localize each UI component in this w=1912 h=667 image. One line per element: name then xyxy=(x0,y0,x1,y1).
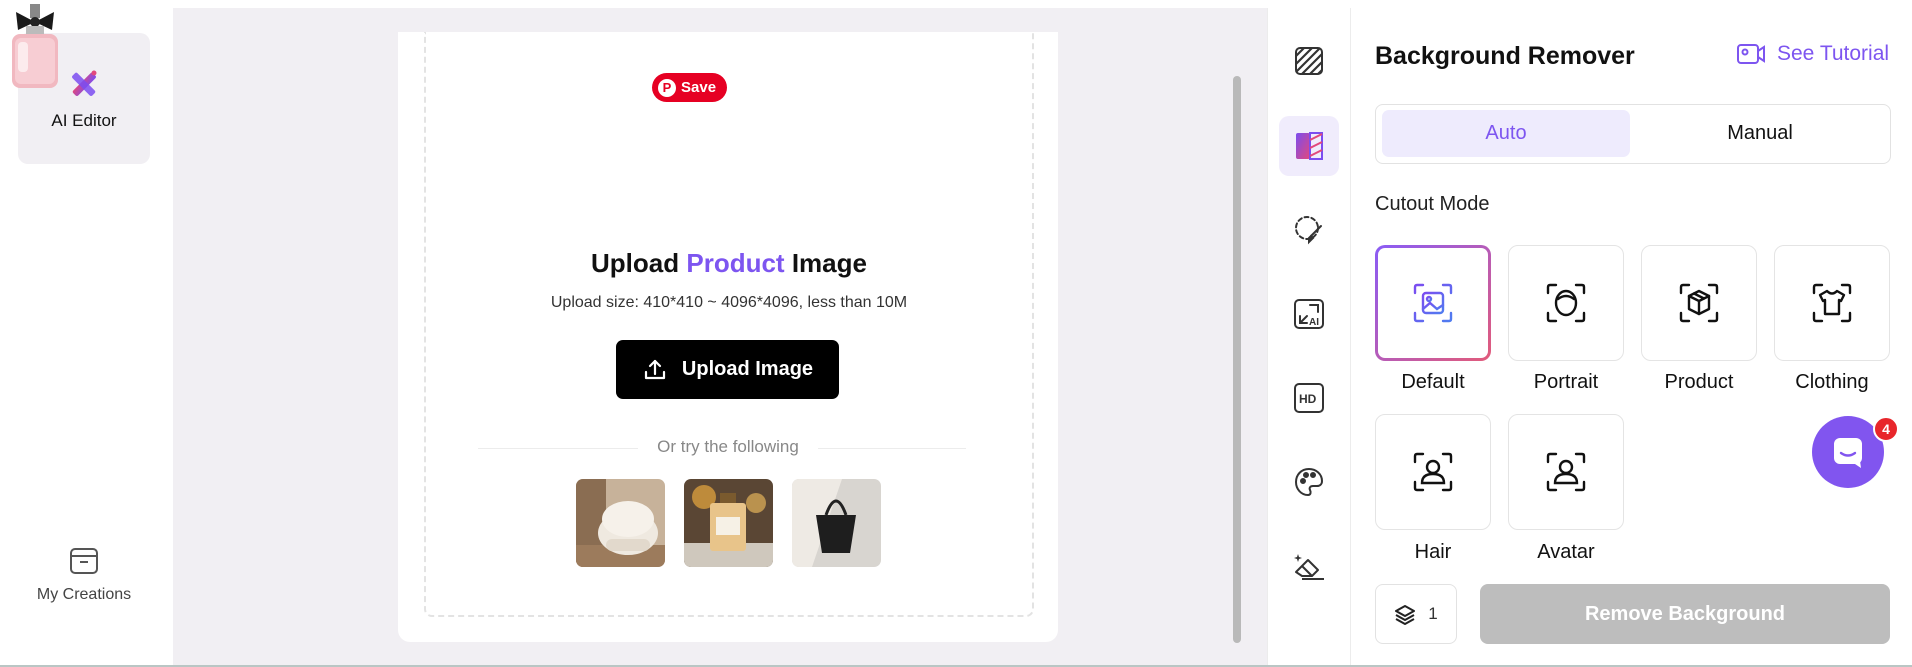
perfume-sample-icon xyxy=(684,479,773,567)
see-tutorial-label: See Tutorial xyxy=(1777,42,1890,65)
cutout-option-avatar[interactable] xyxy=(1508,414,1624,530)
pinterest-save-button[interactable]: P Save xyxy=(652,73,728,102)
chat-notification-badge: 4 xyxy=(1873,416,1899,442)
mode-manual-tab[interactable]: Manual xyxy=(1636,110,1884,157)
handbag-sample-icon xyxy=(792,479,881,567)
upload-icon xyxy=(644,359,666,379)
option-clothing-label: Clothing xyxy=(1795,371,1869,393)
sample-perfume[interactable] xyxy=(684,479,773,567)
sample-handbag[interactable] xyxy=(792,479,881,567)
canvas-scrollbar[interactable] xyxy=(1233,76,1241,643)
tool-hd[interactable]: HD xyxy=(1279,368,1339,428)
ai-expand-icon: AI xyxy=(1294,299,1324,329)
cutout-option-clothing[interactable] xyxy=(1774,245,1890,361)
see-tutorial-link[interactable]: See Tutorial xyxy=(1736,42,1889,66)
svg-text:HD: HD xyxy=(1299,392,1317,406)
option-hair-label: Hair xyxy=(1414,541,1452,561)
cutout-mode-label: Cutout Mode xyxy=(1375,193,1490,215)
cutout-option-product[interactable] xyxy=(1641,245,1757,361)
transparent-bg-icon xyxy=(1295,47,1323,75)
armchair-sample-icon xyxy=(576,479,665,567)
hd-icon: HD xyxy=(1294,383,1324,413)
preview-card xyxy=(0,0,70,97)
upload-image-button[interactable]: Upload Image xyxy=(616,340,839,399)
try-following-text: Or try the following xyxy=(638,437,818,457)
palette-icon xyxy=(1294,467,1324,497)
perfume-preview-icon xyxy=(12,4,58,88)
option-avatar-label: Avatar xyxy=(1537,541,1595,561)
tool-palette[interactable] xyxy=(1279,452,1339,512)
nav-ai-editor-label: AI Editor xyxy=(51,110,117,130)
cutout-option-default[interactable] xyxy=(1375,245,1491,361)
eraser-icon xyxy=(1294,554,1324,580)
nav-my-creations-label: My Creations xyxy=(36,586,132,603)
left-nav: AI Editor My Creations xyxy=(0,8,173,665)
portrait-face-icon xyxy=(1546,283,1586,323)
ai-editor-icon xyxy=(72,70,97,96)
tool-background-remover[interactable] xyxy=(1279,116,1339,176)
tool-eraser[interactable] xyxy=(1279,536,1339,596)
upload-title-part2: Image xyxy=(784,248,867,278)
layer-count-value: 1 xyxy=(1428,604,1438,623)
upload-image-label: Upload Image xyxy=(681,358,814,380)
mode-auto-tab[interactable]: Auto xyxy=(1382,110,1630,157)
upload-size-hint: Upload size: 410*410 ~ 4096*4096, less t… xyxy=(550,294,908,311)
sample-armchair[interactable] xyxy=(576,479,665,567)
layer-count-button[interactable]: 1 xyxy=(1375,584,1457,644)
option-portrait-label: Portrait xyxy=(1533,371,1599,393)
remove-background-button[interactable]: Remove Background xyxy=(1480,584,1890,644)
pinterest-icon: P xyxy=(658,78,676,97)
upload-title-highlight-text: Product xyxy=(686,248,785,278)
pinterest-save-label: Save xyxy=(681,79,717,96)
option-default-label: Default xyxy=(1401,371,1465,393)
option-product-label: Product xyxy=(1664,371,1734,393)
bg-remover-icon xyxy=(1296,132,1323,160)
tool-transparent-bg[interactable] xyxy=(1279,31,1339,91)
chat-bubble-icon xyxy=(1834,438,1862,468)
panel-title: Background Remover xyxy=(1375,42,1635,70)
product-box-icon xyxy=(1679,283,1719,323)
hair-person-icon xyxy=(1413,452,1453,492)
upload-title-highlight: Product xyxy=(686,248,784,278)
avatar-person-icon xyxy=(1546,452,1586,492)
upload-title-part1: Upload xyxy=(591,248,687,278)
svg-text:AI: AI xyxy=(1309,317,1319,328)
cutout-option-portrait[interactable] xyxy=(1508,245,1624,361)
lasso-brush-icon xyxy=(1295,216,1322,245)
default-image-icon xyxy=(1413,283,1453,323)
top-bar xyxy=(0,0,1912,8)
tool-ai-expand[interactable]: AI xyxy=(1279,284,1339,344)
video-camera-icon xyxy=(1737,44,1765,64)
upload-title: Upload Product Image xyxy=(424,248,1034,279)
archive-box-icon xyxy=(70,548,98,574)
nav-my-creations[interactable]: My Creations xyxy=(18,546,150,604)
clothing-shirt-icon xyxy=(1812,283,1852,323)
tool-lasso[interactable] xyxy=(1279,200,1339,260)
layers-icon xyxy=(1395,605,1416,625)
cutout-option-hair[interactable] xyxy=(1375,414,1491,530)
